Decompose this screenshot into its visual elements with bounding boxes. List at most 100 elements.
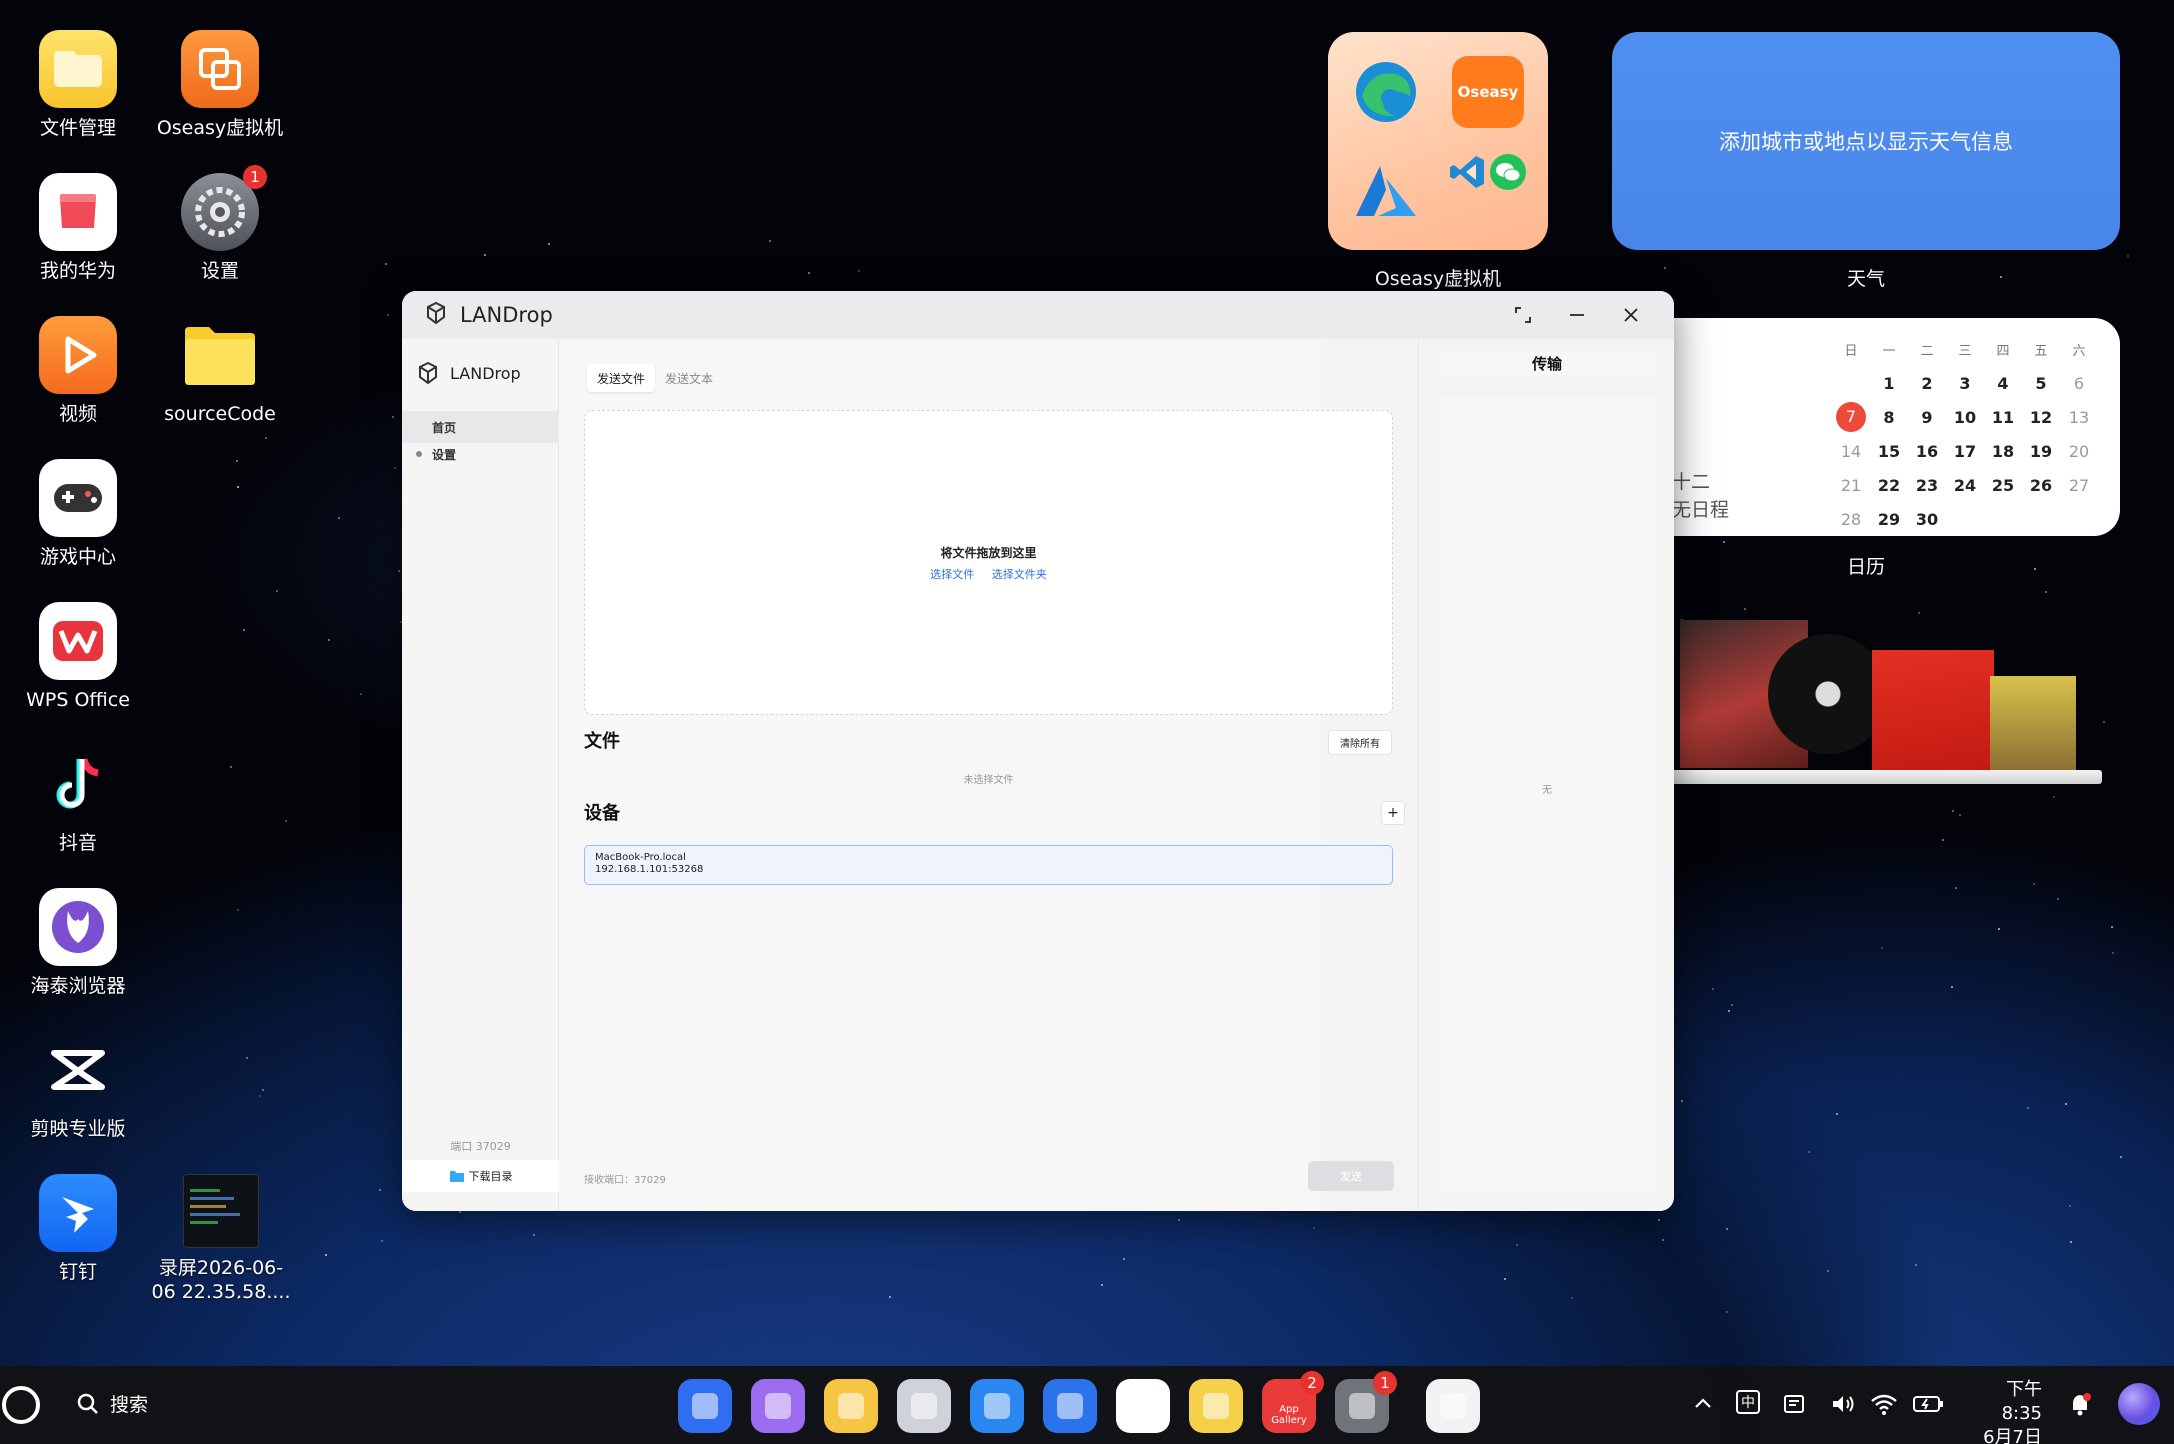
files-icon[interactable] <box>824 1379 878 1433</box>
desktop-icon-wps[interactable]: WPS Office <box>8 602 148 732</box>
gallery-icon[interactable] <box>1116 1379 1170 1433</box>
album-cover <box>1990 676 2076 770</box>
desktop-icon-dingtalk[interactable]: 钉钉 <box>8 1174 148 1304</box>
search-button[interactable]: 搜索 <box>76 1390 148 1417</box>
calendar-day[interactable]: 14 <box>1832 442 1870 461</box>
device-list-item[interactable]: MacBook-Pro.local 192.168.1.101:53268 <box>584 845 1393 885</box>
desktop-icon-game-center[interactable]: 游戏中心 <box>8 459 148 589</box>
select-file-link[interactable]: 选择文件 <box>930 568 974 581</box>
minimize-button[interactable] <box>1560 299 1594 331</box>
calendar-widget[interactable]: 十二 无日程 日一二三四五六 1 2 3 4 5 6 7 8 9 10 11 12 13 14 15 16 17 1… <box>1612 318 2120 536</box>
calendar-day[interactable]: 24 <box>1946 476 1984 495</box>
calendar-day[interactable]: 9 <box>1908 408 1946 427</box>
calendar-day[interactable]: 2 <box>1908 374 1946 393</box>
calendar-weekday: 六 <box>2072 343 2086 359</box>
calendar-day[interactable]: 27 <box>2060 476 2098 495</box>
input-method-indicator[interactable]: 中 <box>1736 1390 1760 1414</box>
file-drop-zone[interactable]: 将文件拖放到这里 选择文件 选择文件夹 <box>584 410 1393 715</box>
desktop-icon-sourcecode[interactable]: sourceCode <box>150 316 290 446</box>
multitask-icon[interactable] <box>751 1379 805 1433</box>
sidebar-item-settings[interactable]: 设置 <box>402 438 559 470</box>
calendar-day[interactable]: 26 <box>2022 476 2060 495</box>
calendar-day[interactable]: 1 <box>1870 374 1908 393</box>
calendar-day[interactable]: 17 <box>1946 442 1984 461</box>
send-button[interactable]: 发送 <box>1308 1161 1394 1191</box>
select-folder-link[interactable]: 选择文件夹 <box>992 568 1047 581</box>
calendar-day[interactable]: 11 <box>1984 408 2022 427</box>
start-button[interactable] <box>2 1386 40 1424</box>
calendar-day[interactable]: 21 <box>1832 476 1870 495</box>
desktop-icon-capcut[interactable]: 剪映专业版 <box>8 1031 148 1161</box>
calendar-day[interactable]: 12 <box>2022 408 2060 427</box>
wallpaper-star <box>858 269 861 272</box>
wifi-icon[interactable] <box>1870 1392 1898 1421</box>
tab-send-file[interactable]: 发送文件 <box>587 364 656 392</box>
calendar-day[interactable]: 19 <box>2022 442 2060 461</box>
settings-icon[interactable]: 1 <box>1335 1371 1397 1433</box>
calendar-day[interactable]: 13 <box>2060 408 2098 427</box>
calendar-day[interactable]: 8 <box>1870 408 1908 427</box>
calendar-day[interactable]: 6 <box>2060 374 2098 393</box>
clear-all-button[interactable]: 清除所有 <box>1328 730 1392 755</box>
add-device-button[interactable]: + <box>1381 801 1405 825</box>
app-gallery-icon[interactable]: App Gallery 2 <box>1262 1371 1324 1433</box>
trash-icon[interactable] <box>897 1379 951 1433</box>
calendar-day[interactable]: 28 <box>1832 510 1870 529</box>
calendar-day-number: 30 <box>1915 509 1939 529</box>
desktop-icon-file-manager[interactable]: 文件管理 <box>8 30 148 160</box>
calendar-day[interactable]: 18 <box>1984 442 2022 461</box>
calendar-day[interactable]: 16 <box>1908 442 1946 461</box>
calendar-day[interactable]: 25 <box>1984 476 2022 495</box>
calendar-day[interactable]: 20 <box>2060 442 2098 461</box>
desktop-icon-label: 游戏中心 <box>39 546 116 568</box>
tab-send-text[interactable]: 发送文本 <box>655 364 723 392</box>
desktop-icon-my-huawei[interactable]: 我的华为 <box>8 173 148 303</box>
calendar-day[interactable]: 30 <box>1908 510 1946 529</box>
music-shelf-widget[interactable] <box>1650 620 2102 788</box>
assistant-icon[interactable] <box>2118 1383 2160 1425</box>
download-directory-button[interactable]: 下载目录 <box>402 1160 559 1192</box>
calendar-day[interactable]: 29 <box>1870 510 1908 529</box>
landrop-icon[interactable] <box>1426 1379 1480 1433</box>
oseasy-folder-widget[interactable]: Oseasy <box>1328 32 1548 250</box>
close-button[interactable] <box>1614 299 1648 331</box>
desktop-icon-haitai-browser[interactable]: 海泰浏览器 <box>8 888 148 1018</box>
calendar-day[interactable]: 10 <box>1946 408 1984 427</box>
calendar-day[interactable]: 22 <box>1870 476 1908 495</box>
calendar-day-number: 24 <box>1953 475 1977 495</box>
wallpaper-star <box>458 1210 461 1213</box>
desktop-icon-settings[interactable]: 1 设置 <box>150 165 290 303</box>
calendar-day[interactable]: 3 <box>1946 374 1984 393</box>
desktop-icon-video[interactable]: 视频 <box>8 316 148 446</box>
wallpaper-star <box>246 1056 249 1059</box>
clipboard-icon[interactable] <box>1782 1392 1806 1421</box>
shelf-board <box>1650 770 2102 784</box>
mail-icon[interactable] <box>1043 1379 1097 1433</box>
calendar-day[interactable]: 4 <box>1984 374 2022 393</box>
app-glyph <box>1130 1393 1156 1419</box>
notes-icon[interactable] <box>1189 1379 1243 1433</box>
notification-badge: 1 <box>243 165 267 189</box>
calendar-day[interactable]: 5 <box>2022 374 2060 393</box>
chevron-up-icon[interactable] <box>1692 1392 1714 1419</box>
volume-icon[interactable] <box>1830 1392 1856 1421</box>
desktop-icon-screen-recording[interactable]: 录屏2026-06- 06 22.35.58.... <box>150 1174 292 1304</box>
desktop-icon-label: 钉钉 <box>58 1261 97 1283</box>
calendar-day-number: 11 <box>1991 407 2015 427</box>
calendar-day-number: 8 <box>1883 407 1895 427</box>
desktop-icon-oseasy-vm[interactable]: Oseasy虚拟机 <box>150 30 290 160</box>
wallpaper-star <box>1917 612 1920 615</box>
calendar-day[interactable]: 15 <box>1870 442 1908 461</box>
desktop-icon-douyin[interactable]: 抖音 <box>8 745 148 875</box>
restore-button[interactable] <box>1506 299 1540 331</box>
calendar-day[interactable]: 23 <box>1908 476 1946 495</box>
weather-widget[interactable]: 添加城市或地点以显示天气信息 <box>1612 32 2120 250</box>
calendar-day-number: 7 <box>1836 402 1866 432</box>
notification-bell-icon[interactable] <box>2068 1392 2092 1423</box>
calendar-today[interactable]: 7 <box>1832 402 1870 432</box>
clock[interactable]: 下午8:35 6月7日 <box>1976 1378 2042 1444</box>
title-bar[interactable]: LANDrop <box>402 291 1674 339</box>
browser-icon[interactable] <box>970 1379 1024 1433</box>
app-drawer-icon[interactable] <box>678 1379 732 1433</box>
battery-icon[interactable] <box>1912 1392 1944 1421</box>
